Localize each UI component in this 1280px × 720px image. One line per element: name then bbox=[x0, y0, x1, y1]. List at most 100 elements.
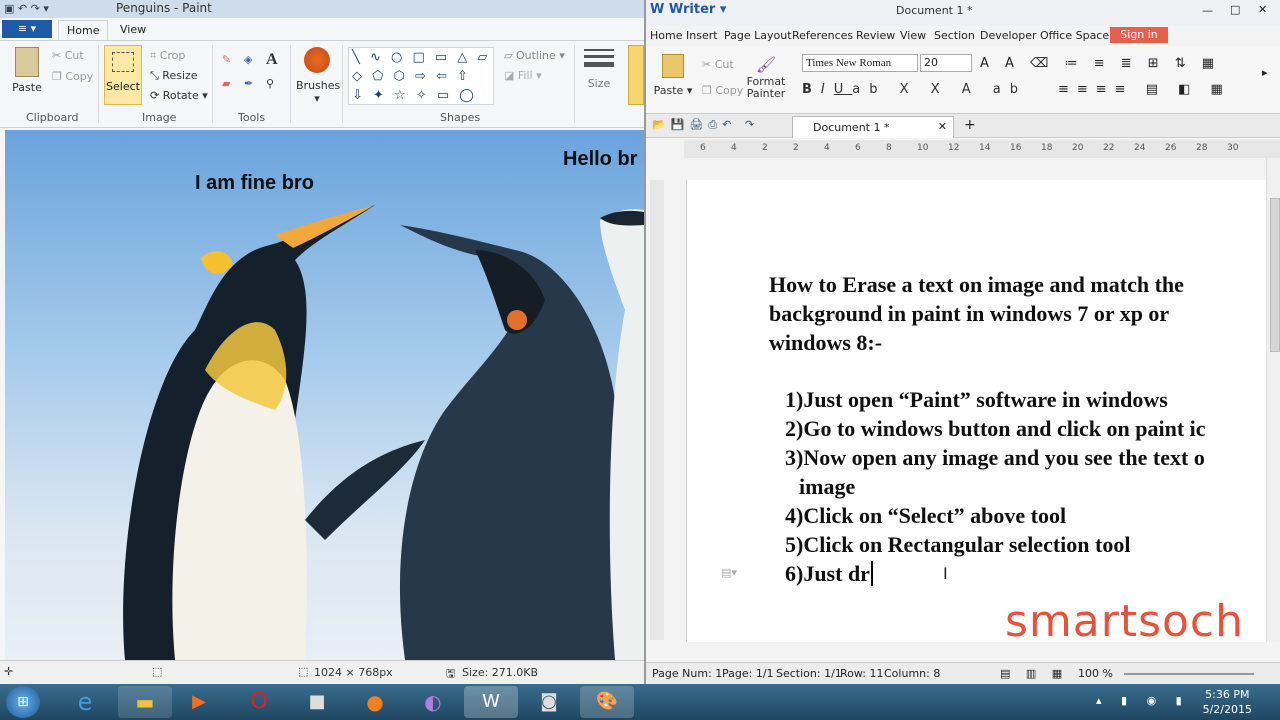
tray-icons[interactable]: ▴ ▮ ◉ ▮ bbox=[1096, 694, 1190, 707]
writer-status-bar: Page Num: 1 Page: 1/1 Section: 1/1 Row: … bbox=[646, 662, 1280, 684]
image-group-label: Image bbox=[142, 111, 177, 124]
writer-paste-button[interactable]: Paste ▾ bbox=[652, 54, 694, 97]
firefox-icon[interactable]: ● bbox=[348, 686, 402, 718]
font-size-select[interactable]: 20 bbox=[920, 54, 972, 72]
image-dimensions: 1024 × 768px bbox=[314, 666, 393, 679]
paint-quick-access[interactable]: ▣ ↶ ↷ ▾ bbox=[4, 2, 104, 16]
size-button[interactable]: Size bbox=[582, 49, 616, 90]
fill-bucket-icon[interactable]: ◈ bbox=[244, 53, 252, 66]
minimize-icon[interactable]: — bbox=[1202, 4, 1213, 17]
select-label: Select bbox=[106, 80, 140, 93]
document-page[interactable]: How to Erase a text on image and match t… bbox=[686, 180, 1266, 642]
ruler-tick-label: 12 bbox=[948, 143, 960, 153]
copy-button[interactable]: ❐ Copy bbox=[52, 70, 93, 83]
opera-icon[interactable]: O bbox=[232, 686, 286, 718]
font-size-adjust-icons[interactable]: A A ⌫ ≔ ≡ ≣ ⊞ ⇅ ▦ bbox=[980, 56, 1220, 71]
outline-button[interactable]: ▱ Outline ▾ bbox=[504, 49, 565, 62]
ccleaner-icon[interactable]: ◐ bbox=[406, 686, 460, 718]
menu-developer[interactable]: Developer bbox=[980, 29, 1037, 42]
vertical-scrollbar[interactable] bbox=[1266, 158, 1280, 642]
ruler-tick-label: 4 bbox=[731, 143, 737, 153]
paint-title: Penguins - Paint bbox=[116, 1, 212, 15]
close-tab-icon[interactable]: ✕ bbox=[938, 120, 947, 133]
doc-step-1: 1)Just open “Paint” software in windows bbox=[785, 387, 1168, 412]
shapes-gallery[interactable]: ╲ ∿ ○ □ ▭ △ ▱ ◇ ⬠ ⬡ ⇨ ⇦ ⇧ ⇩ ✦ ☆ ✧ ▭ ◯ bbox=[348, 47, 494, 105]
start-button[interactable]: ⊞ bbox=[6, 686, 40, 718]
file-explorer-icon[interactable]: ▬ bbox=[118, 686, 172, 718]
writer-toolbar: Paste ▾ ✂ Cut ❐ Copy 🖌 Format Painter Ti… bbox=[646, 46, 1280, 114]
eraser-icon[interactable]: ▰ bbox=[222, 77, 230, 90]
ruler-tick-label: 8 bbox=[886, 143, 892, 153]
i-beam-cursor-icon: I bbox=[943, 564, 948, 583]
close-icon[interactable]: ✕ bbox=[1258, 3, 1267, 16]
format-painter-button[interactable]: 🖌 Format Painter bbox=[746, 54, 786, 100]
clipboard-group-label: Clipboard bbox=[26, 111, 79, 124]
internet-explorer-icon[interactable]: e bbox=[58, 686, 112, 718]
document-body[interactable]: How to Erase a text on image and match t… bbox=[769, 270, 1269, 588]
crop-icon: ⌗ bbox=[150, 49, 160, 62]
text-tool-icon[interactable]: A bbox=[266, 51, 278, 69]
maximize-icon[interactable]: □ bbox=[1230, 3, 1240, 16]
size-label: Size bbox=[587, 77, 611, 90]
new-tab-icon[interactable]: + bbox=[964, 117, 976, 133]
status-row: Row: 11 bbox=[840, 667, 884, 680]
view-mode-icons[interactable]: ▤ ▥ ▦ bbox=[1000, 667, 1068, 680]
copy-label: Copy bbox=[65, 70, 94, 83]
paint-tab-home[interactable]: Home bbox=[58, 20, 109, 40]
media-player-icon[interactable]: ▶ bbox=[172, 686, 226, 718]
menu-view[interactable]: View bbox=[900, 29, 926, 42]
ribbon-collapse-icon[interactable]: ▸ bbox=[1262, 66, 1268, 79]
select-button[interactable]: Select bbox=[104, 45, 142, 105]
app-icon[interactable]: ■ bbox=[290, 686, 344, 718]
fill-button[interactable]: ◪ Fill ▾ bbox=[504, 69, 542, 82]
paint-file-menu-button[interactable]: ≡ ▾ bbox=[2, 20, 52, 38]
writer-app-menu-button[interactable]: W Writer ▾ bbox=[650, 2, 730, 22]
copy-icon: ❐ bbox=[52, 70, 66, 83]
scrollbar-thumb[interactable] bbox=[1270, 198, 1280, 352]
brushes-button[interactable]: Brushes ▾ bbox=[296, 47, 340, 105]
divider bbox=[212, 45, 213, 123]
ruler-tick-label: 20 bbox=[1072, 143, 1084, 153]
canvas-text-left: I am fine bro bbox=[195, 172, 314, 194]
paragraph-align-icons[interactable]: ≡≡≡≡ ▤ ◧ ▦ bbox=[1058, 82, 1231, 97]
paste-options-icon[interactable]: ▤▾ bbox=[721, 566, 737, 579]
quick-access-icons[interactable]: 📂💾🖨⎙↶ ↷ bbox=[652, 118, 759, 132]
menu-home[interactable]: Home bbox=[650, 29, 682, 42]
pencil-icon[interactable]: ✎ bbox=[222, 53, 231, 66]
writer-taskbar-icon[interactable]: W bbox=[464, 686, 518, 718]
font-style-buttons[interactable]: BIUab X X A ab bbox=[802, 82, 1027, 97]
doc-step-6-text: 6)Just dr bbox=[785, 561, 870, 586]
menu-insert[interactable]: Insert bbox=[686, 29, 718, 42]
paint-canvas[interactable]: I am fine bro Hello br bbox=[5, 130, 644, 660]
menu-page-layout[interactable]: Page Layout bbox=[724, 29, 792, 42]
writer-copy-button[interactable]: ❐ Copy bbox=[702, 84, 743, 97]
text-cursor bbox=[870, 561, 873, 586]
color1-swatch[interactable] bbox=[628, 45, 644, 105]
document-tab[interactable]: Document 1 * ✕ bbox=[792, 116, 954, 138]
menu-section[interactable]: Section bbox=[934, 29, 975, 42]
rotate-icon: ⟳ bbox=[150, 89, 163, 102]
cut-button[interactable]: ✂ Cut bbox=[52, 49, 84, 62]
sign-in-button[interactable]: Sign in bbox=[1110, 27, 1168, 43]
menu-review[interactable]: Review bbox=[856, 29, 895, 42]
outline-label: Outline bbox=[515, 49, 556, 62]
paint-tab-view[interactable]: View bbox=[112, 20, 154, 40]
status-page-num: Page Num: 1 bbox=[652, 667, 723, 680]
crop-button[interactable]: ⌗ Crop bbox=[150, 49, 185, 63]
smartsoch-watermark: smartsoch bbox=[1005, 596, 1245, 647]
zoom-slider[interactable] bbox=[1124, 673, 1254, 675]
writer-cut-button[interactable]: ✂ Cut bbox=[702, 58, 734, 71]
divider bbox=[574, 45, 575, 123]
font-family-select[interactable]: Times New Roman bbox=[802, 54, 918, 72]
system-clock[interactable]: 5:36 PM 5/2/2015 bbox=[1203, 687, 1252, 717]
rotate-button[interactable]: ⟳ Rotate ▾ bbox=[150, 89, 208, 102]
magnifier-icon[interactable]: ⚲ bbox=[266, 77, 274, 90]
paste-button[interactable]: Paste bbox=[10, 47, 44, 94]
resize-button[interactable]: ⤡ Resize bbox=[150, 69, 198, 83]
doc-step-5: 5)Click on Rectangular selection tool bbox=[785, 532, 1131, 557]
menu-references[interactable]: References bbox=[792, 29, 853, 42]
menu-office-space[interactable]: Office Space bbox=[1040, 29, 1109, 42]
color-picker-icon[interactable]: ✒ bbox=[244, 77, 253, 90]
paint-taskbar-icon[interactable]: 🎨 bbox=[580, 686, 634, 718]
camera-icon[interactable]: ◙ bbox=[522, 686, 576, 718]
